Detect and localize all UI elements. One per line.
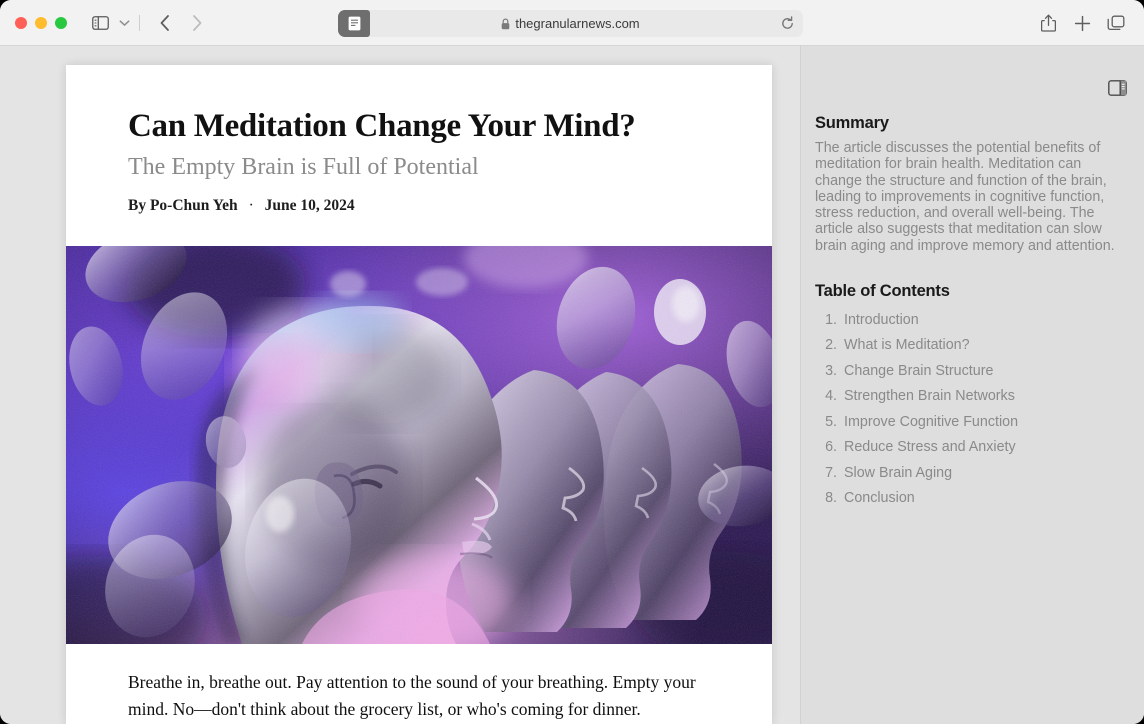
article-subtitle: The Empty Brain is Full of Potential — [128, 153, 479, 180]
browser-toolbar: thegranularnews.com — [0, 0, 1144, 46]
sidebar-menu-button[interactable] — [114, 10, 134, 36]
toc-item-number: 6. — [825, 439, 837, 456]
toc-item-number: 4. — [825, 388, 837, 405]
toc-item-label: Reduce Stress and Anxiety — [844, 439, 1016, 456]
toc-item-number: 7. — [825, 464, 837, 481]
navigation-controls — [86, 0, 211, 46]
back-button[interactable] — [151, 10, 179, 36]
byline-separator: · — [248, 196, 254, 214]
toc-item-5[interactable]: 5. Improve Cognitive Function — [815, 409, 1125, 434]
article-title: Can Meditation Change Your Mind? — [128, 108, 636, 144]
panel-content: Summary The article discusses the potent… — [815, 114, 1125, 511]
toc-item-number: 2. — [825, 337, 837, 354]
tab-overview-icon — [1107, 15, 1125, 30]
sidebar-icon — [91, 16, 109, 30]
url-text: thegranularnews.com — [515, 16, 640, 31]
toc-item-1[interactable]: 1. Introduction — [815, 307, 1125, 332]
reload-icon — [782, 16, 793, 29]
url-display: thegranularnews.com — [338, 16, 803, 31]
maximize-window-button[interactable] — [55, 17, 67, 29]
toc-item-number: 8. — [825, 490, 837, 507]
panel-toggle-button[interactable] — [1104, 76, 1130, 100]
toolbar-divider — [139, 15, 140, 31]
chevron-left-icon — [160, 15, 169, 31]
toc-item-label: Change Brain Structure — [844, 362, 994, 379]
chevron-down-icon — [119, 20, 129, 26]
reader-mode-icon — [348, 16, 360, 31]
article-header: Can Meditation Change Your Mind? The Emp… — [66, 65, 772, 215]
minimize-window-button[interactable] — [35, 17, 47, 29]
traffic-lights — [15, 17, 67, 29]
reader-side-panel: Summary The article discusses the potent… — [800, 46, 1144, 724]
article-body: Breathe in, breathe out. Pay attention t… — [128, 669, 714, 723]
toc-item-2[interactable]: 2. What is Meditation? — [815, 333, 1125, 358]
plus-icon — [1074, 15, 1090, 31]
address-bar[interactable]: thegranularnews.com — [338, 10, 803, 37]
toc-item-label: Introduction — [844, 311, 919, 328]
tab-overview-button[interactable] — [1102, 10, 1130, 36]
toc-item-number: 1. — [825, 311, 837, 328]
content-area: Can Meditation Change Your Mind? The Emp… — [0, 46, 1144, 724]
reader-article-card: Can Meditation Change Your Mind? The Emp… — [66, 65, 772, 724]
lock-icon — [502, 18, 510, 29]
byline-author: By Po-Chun Yeh — [128, 196, 238, 214]
reader-mode-button[interactable] — [338, 10, 370, 37]
toc-item-number: 3. — [825, 362, 837, 379]
toc-item-6[interactable]: 6. Reduce Stress and Anxiety — [815, 435, 1125, 460]
share-button[interactable] — [1034, 10, 1062, 36]
chevron-right-icon — [193, 15, 202, 31]
article-paragraph: Breathe in, breathe out. Pay attention t… — [128, 672, 696, 720]
toc-item-label: Improve Cognitive Function — [844, 413, 1019, 430]
toc-item-7[interactable]: 7. Slow Brain Aging — [815, 460, 1125, 485]
toc-item-label: Conclusion — [844, 490, 915, 507]
browser-window: thegranularnews.com Can Meditation Chang… — [0, 0, 1144, 724]
article-hero-image — [66, 246, 772, 644]
toc-item-4[interactable]: 4. Strengthen Brain Networks — [815, 384, 1125, 409]
toc-item-label: Strengthen Brain Networks — [844, 388, 1015, 405]
share-icon — [1040, 14, 1056, 32]
sidebar-toggle-button[interactable] — [86, 10, 114, 36]
sidebar-right-toggle-icon — [1107, 80, 1127, 96]
byline-date: June 10, 2024 — [264, 196, 355, 214]
close-window-button[interactable] — [15, 17, 27, 29]
forward-button[interactable] — [183, 10, 211, 36]
toc-item-3[interactable]: 3. Change Brain Structure — [815, 358, 1125, 383]
abstract-illustration-layered-head-profiles — [66, 246, 772, 644]
new-tab-button[interactable] — [1068, 10, 1096, 36]
toc-item-number: 5. — [825, 413, 837, 430]
toc-item-8[interactable]: 8. Conclusion — [815, 485, 1125, 510]
toc-heading: Table of Contents — [815, 282, 950, 301]
table-of-contents-list: 1. Introduction 2. What is Meditation? 3. Cha… — [815, 307, 1125, 511]
summary-heading: Summary — [815, 114, 889, 132]
toc-item-label: What is Meditation? — [844, 337, 970, 354]
article-byline: By Po-Chun Yeh · June 10, 2024 — [128, 197, 710, 215]
summary-text: The article discusses the potential bene… — [815, 140, 1115, 254]
reload-button[interactable] — [778, 14, 797, 33]
toc-item-label: Slow Brain Aging — [844, 464, 953, 481]
toolbar-right-actions — [1034, 0, 1130, 46]
